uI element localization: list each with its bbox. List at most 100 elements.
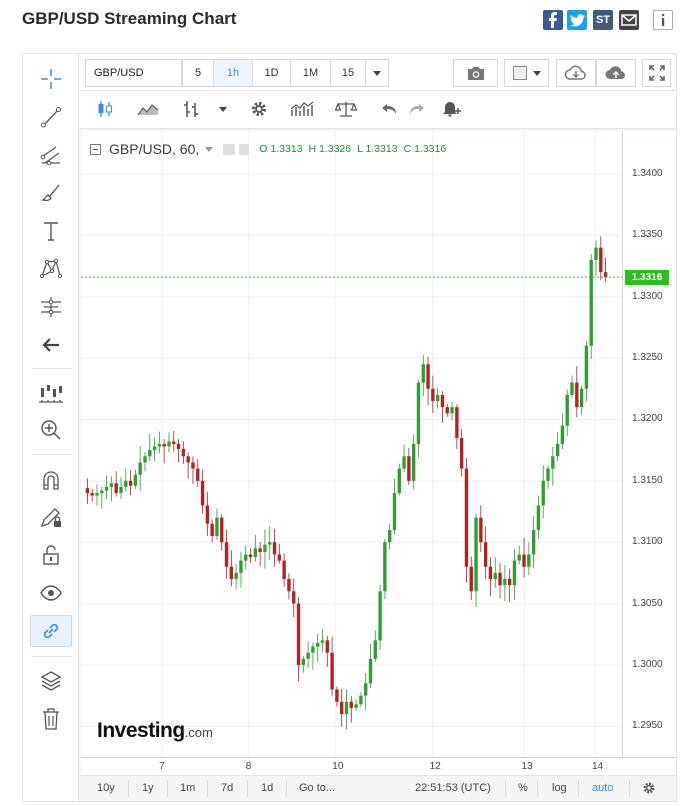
magnet-icon xyxy=(43,471,59,490)
stocktwits-icon[interactable]: ST xyxy=(593,10,613,30)
delete-tool[interactable] xyxy=(30,703,72,735)
fullscreen-button[interactable] xyxy=(642,59,671,87)
percent-toggle[interactable]: % xyxy=(518,782,528,794)
candle-down xyxy=(431,388,435,402)
fib-tool[interactable] xyxy=(30,139,72,171)
candle-up xyxy=(383,542,387,592)
unlock-tool[interactable] xyxy=(30,539,72,571)
visibility-tool[interactable] xyxy=(30,577,72,609)
candle-down xyxy=(483,542,488,567)
text-tool[interactable] xyxy=(30,215,72,247)
brush-tool[interactable] xyxy=(30,177,72,209)
candle-up xyxy=(512,560,517,586)
candle-down xyxy=(488,566,493,580)
collapse-legend-icon[interactable] xyxy=(90,143,101,155)
eye-icon[interactable] xyxy=(223,143,236,155)
high-value: H 1.3326 xyxy=(308,143,352,155)
undo-button[interactable] xyxy=(375,95,403,123)
range-10y[interactable]: 10y xyxy=(97,782,115,794)
candle-down xyxy=(210,523,214,537)
style-dropdown[interactable] xyxy=(211,95,235,123)
candle-down xyxy=(330,652,334,690)
gear-icon xyxy=(643,782,655,794)
candles-style-button[interactable] xyxy=(85,95,125,123)
chart-pane[interactable] xyxy=(81,131,622,757)
open-value: O 1.3313 xyxy=(259,143,303,155)
info-icon[interactable] xyxy=(653,10,673,30)
trendline-tool[interactable] xyxy=(30,101,72,133)
candle-up xyxy=(397,468,401,494)
twitter-icon[interactable] xyxy=(567,10,587,30)
layers-tool[interactable] xyxy=(30,665,72,697)
low-value: L 1.3313 xyxy=(357,143,398,155)
candle-up xyxy=(104,486,109,491)
prediction-tool[interactable] xyxy=(30,291,72,323)
goto-button[interactable]: Go to... xyxy=(299,782,335,794)
candle-down xyxy=(292,591,296,604)
symbol-input[interactable]: GBP/USD xyxy=(85,59,182,87)
candle-up xyxy=(503,579,507,586)
indicators-button[interactable] xyxy=(283,95,321,123)
stocktwits-label: ST xyxy=(595,14,611,26)
candle-down xyxy=(479,517,483,543)
range-1d[interactable]: 1d xyxy=(261,782,273,794)
auto-toggle[interactable]: auto xyxy=(592,782,613,794)
link-tool[interactable] xyxy=(30,615,72,647)
crosshair-tool[interactable] xyxy=(30,63,72,95)
settings-button[interactable] xyxy=(240,95,278,123)
candle-down xyxy=(507,579,512,586)
alert-button[interactable] xyxy=(437,95,467,123)
settings-icon[interactable] xyxy=(239,143,250,155)
chevron-down-icon[interactable] xyxy=(205,146,214,152)
candle-down xyxy=(340,701,344,715)
settings-icon[interactable] xyxy=(642,781,656,798)
legend-symbol[interactable]: GBP/USD, 60, xyxy=(109,141,199,157)
candle-up xyxy=(133,474,138,486)
price-tick-label: 1.3250 xyxy=(632,352,663,364)
interval-5[interactable]: 5 xyxy=(182,59,214,87)
area-chart-icon xyxy=(137,104,159,116)
interval-dropdown[interactable] xyxy=(365,59,389,87)
candle-down xyxy=(224,542,229,567)
area-style-button[interactable] xyxy=(128,95,168,123)
candle-up xyxy=(565,394,569,426)
interval-15[interactable]: 15 xyxy=(330,59,366,87)
compare-scale-button[interactable] xyxy=(327,95,365,123)
email-icon[interactable] xyxy=(619,10,639,30)
color-picker-button[interactable] xyxy=(504,59,549,87)
zoom-tool[interactable] xyxy=(30,414,72,446)
interval-1m[interactable]: 1M xyxy=(290,59,331,87)
log-toggle[interactable]: log xyxy=(552,782,567,794)
price-tick-label: 1.3400 xyxy=(632,167,663,179)
time-tick-label: 13 xyxy=(521,761,533,772)
candle-up xyxy=(474,517,478,592)
compare-button[interactable] xyxy=(171,95,211,123)
lock-drawings-tool[interactable] xyxy=(30,501,72,533)
range-1y[interactable]: 1y xyxy=(142,782,154,794)
pattern-tool[interactable] xyxy=(30,253,72,285)
candle-down xyxy=(258,548,262,553)
snapshot-button[interactable] xyxy=(453,59,498,87)
investing-logo: Investing.com xyxy=(97,719,213,743)
redo-button[interactable] xyxy=(403,95,431,123)
candle-down xyxy=(407,456,411,481)
magnet-tool[interactable] xyxy=(30,464,72,496)
candle-up xyxy=(594,247,598,260)
price-chart[interactable] xyxy=(81,131,622,757)
facebook-icon[interactable] xyxy=(543,10,563,30)
cloud-download-button[interactable] xyxy=(556,59,596,87)
candle-down xyxy=(325,640,329,653)
icons-tool[interactable] xyxy=(30,377,72,409)
cloud-download-icon xyxy=(564,65,586,80)
range-7d[interactable]: 7d xyxy=(221,782,233,794)
candle-up xyxy=(416,382,421,444)
back-arrow-tool[interactable] xyxy=(30,329,72,361)
time-axis[interactable] xyxy=(81,757,676,775)
time-tick-label: 10 xyxy=(332,761,344,772)
range-1m[interactable]: 1m xyxy=(180,782,195,794)
interval-1d[interactable]: 1D xyxy=(252,59,291,87)
cloud-upload-button[interactable] xyxy=(596,59,636,87)
candle-up xyxy=(517,554,521,561)
candle-down xyxy=(85,488,90,494)
interval-1h[interactable]: 1h xyxy=(213,59,253,87)
